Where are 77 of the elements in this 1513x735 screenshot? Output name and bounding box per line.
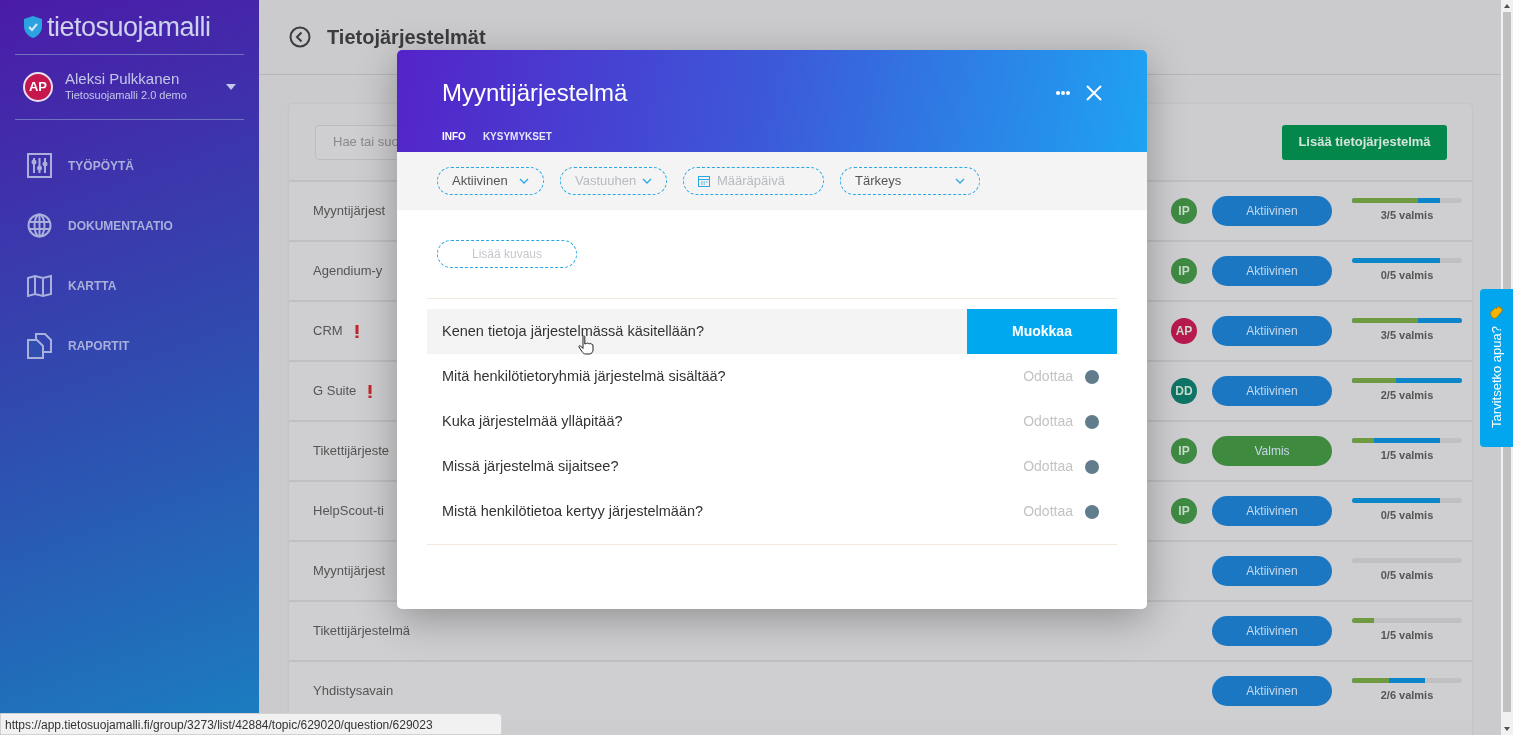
chevron-down-icon xyxy=(519,178,529,184)
progress-text: 2/5 valmis xyxy=(1379,388,1435,404)
question-row[interactable]: Missä järjestelmä sijaitsee? Odottaa xyxy=(427,444,1117,489)
chevron-down-icon xyxy=(955,178,965,184)
system-name[interactable]: HelpScout-ti xyxy=(313,501,384,521)
question-row[interactable]: Kenen tietoja järjestelmässä käsitellään? Muokkaa xyxy=(427,309,1117,354)
nav-item[interactable]: KARTTA xyxy=(0,256,259,316)
back-icon[interactable] xyxy=(289,26,311,48)
progress-text: 0/5 valmis xyxy=(1379,568,1435,584)
status-text: Odottaa xyxy=(1023,412,1073,431)
tab[interactable]: INFO xyxy=(442,129,466,144)
status-button[interactable]: Aktiivinen xyxy=(1212,616,1332,646)
caret-icon[interactable] xyxy=(226,84,236,90)
status-button[interactable]: Aktiivinen xyxy=(1212,376,1332,406)
documents-icon xyxy=(27,333,52,359)
add-system-button[interactable]: Lisää tietojärjestelmä xyxy=(1282,124,1447,160)
calendar-icon xyxy=(698,175,710,187)
chevron-down-icon xyxy=(642,178,652,184)
owner-avatar: IP xyxy=(1171,198,1197,224)
progress-text: 3/5 valmis xyxy=(1379,328,1435,344)
organization-name: Tietosuojamalli 2.0 demo xyxy=(65,88,188,103)
system-name[interactable]: Agendium-y xyxy=(313,261,383,281)
nav-item[interactable]: DOKUMENTAATIO xyxy=(0,196,259,256)
nav-item[interactable]: RAPORTIT xyxy=(0,316,259,376)
question-row[interactable]: Mistä henkilötietoa kertyy järjestelmään? Odottaa xyxy=(427,489,1117,534)
question-row[interactable]: Kuka järjestelmää ylläpitää? Odottaa xyxy=(427,399,1117,444)
question-row[interactable]: Mitä henkilötietoryhmiä järjestelmä sisältää? Odottaa xyxy=(427,354,1117,399)
close-icon[interactable] xyxy=(1086,85,1102,101)
owner-avatar: IP xyxy=(1171,258,1197,284)
status-text: Odottaa xyxy=(1023,457,1073,476)
owner-avatar: IP xyxy=(1171,498,1197,524)
status-button[interactable]: Aktiivinen xyxy=(1212,196,1332,226)
system-name[interactable]: Myyntijärjest xyxy=(313,201,386,221)
edit-button[interactable]: Muokkaa xyxy=(967,309,1117,354)
status-button[interactable]: Aktiivinen xyxy=(1212,256,1332,286)
progress-text: 1/5 valmis xyxy=(1379,628,1435,644)
status-button[interactable]: Valmis xyxy=(1212,436,1332,466)
system-name[interactable]: Tikettijärjestelmä xyxy=(313,621,411,641)
status-button[interactable]: Aktiivinen xyxy=(1212,556,1332,586)
status-dot xyxy=(1085,459,1099,474)
system-name[interactable]: Tikettijärjeste xyxy=(313,441,390,461)
dialog-title: Myyntijärjestelmä xyxy=(442,78,628,108)
globe-icon xyxy=(27,213,52,239)
page-title: Tietojärjestelmät xyxy=(327,25,486,50)
user-avatar: AP xyxy=(23,72,53,102)
logo-text: tietosuojamalli xyxy=(47,10,211,44)
waving-hand-icon xyxy=(1489,305,1504,320)
progress-text: 3/5 valmis xyxy=(1379,208,1435,224)
nav-item[interactable]: TYÖPÖYTÄ xyxy=(0,136,259,196)
status-url: https://app.tietosuojamalli.fi/group/3273/list/42884/topic/629020/question/629023 xyxy=(0,713,502,735)
tab[interactable]: KYSYMYKSET xyxy=(482,129,552,144)
shield-icon xyxy=(23,15,43,39)
system-name[interactable]: Yhdistysavain xyxy=(313,681,394,701)
status-button[interactable]: Aktiivinen xyxy=(1212,496,1332,526)
status-dot xyxy=(1085,414,1099,429)
status-dot xyxy=(1085,369,1099,384)
owner-avatar: DD xyxy=(1171,378,1197,404)
status-text: Odottaa xyxy=(1023,502,1073,521)
progress-text: 0/5 valmis xyxy=(1379,268,1435,284)
progress-text: 1/5 valmis xyxy=(1379,448,1435,464)
map-icon xyxy=(27,273,52,299)
more-icon[interactable] xyxy=(1056,91,1070,95)
owner-avatar: IP xyxy=(1171,438,1197,464)
status-text: Odottaa xyxy=(1023,367,1073,386)
help-label: Tarvitsetko apua? xyxy=(1487,326,1505,428)
status-button[interactable]: Aktiivinen xyxy=(1212,316,1332,346)
system-name[interactable]: Myyntijärjest xyxy=(313,561,386,581)
system-name[interactable]: G Suite xyxy=(313,381,357,401)
owner-avatar: AP xyxy=(1171,318,1197,344)
user-name: Aleksi Pulkkanen xyxy=(65,70,181,87)
status-button[interactable]: Aktiivinen xyxy=(1212,676,1332,706)
system-name[interactable]: CRM xyxy=(313,321,343,341)
status-dot xyxy=(1085,504,1099,519)
progress-text: 2/6 valmis xyxy=(1379,688,1435,704)
progress-text: 0/5 valmis xyxy=(1379,508,1435,524)
help-tab[interactable]: Tarvitsetko apua? xyxy=(1480,289,1513,447)
sliders-icon xyxy=(27,153,52,179)
